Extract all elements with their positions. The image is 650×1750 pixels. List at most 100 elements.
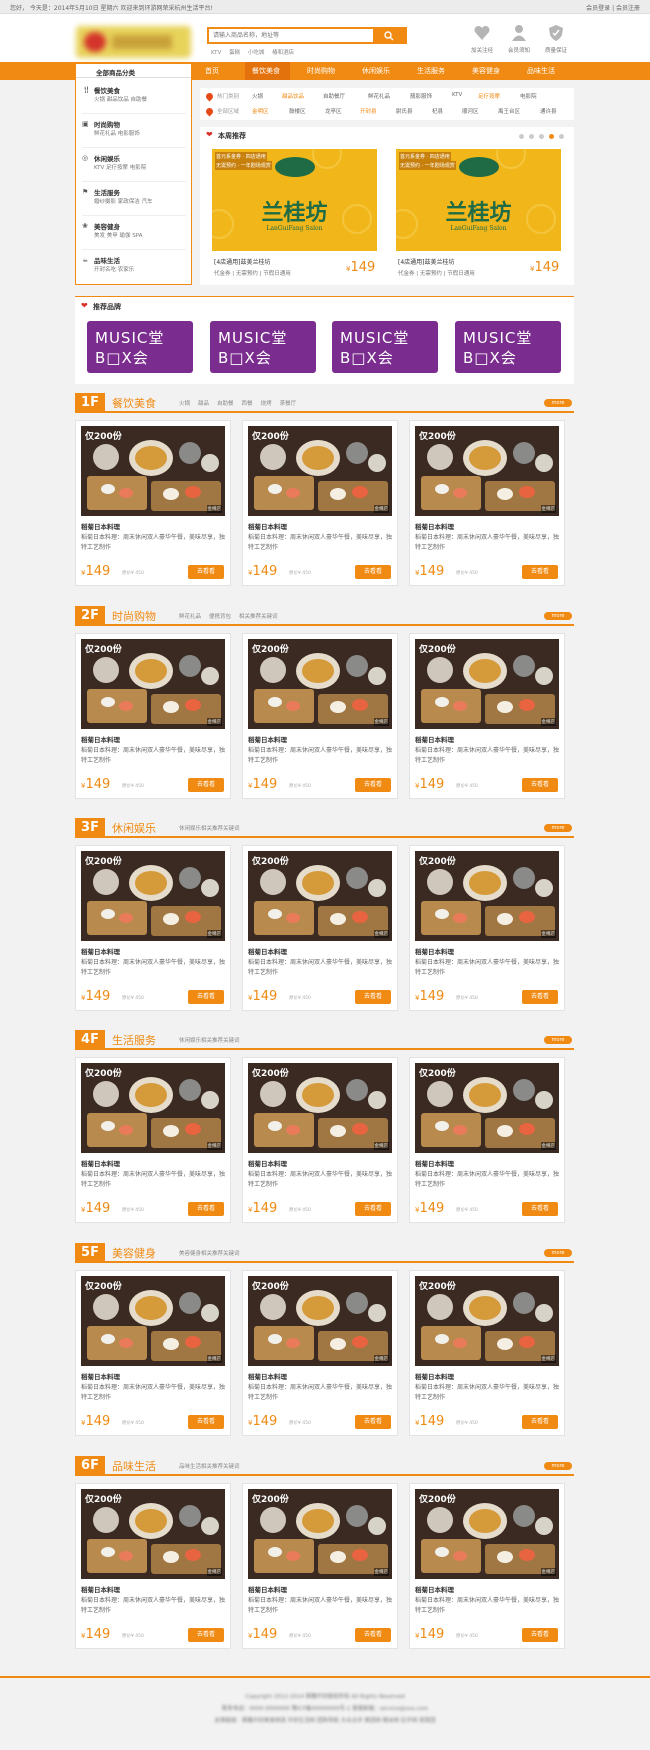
category-item-entertainment[interactable]: ◎ 休闲娱乐 KTV 足疗按摩 电影院 bbox=[82, 152, 186, 182]
view-button[interactable]: 去看看 bbox=[522, 1628, 558, 1642]
product-card[interactable]: 仅200份 金樽店 稻菊日本料理 稻菊日本料理：周末休闲双人豪华午餐，美味尽享，… bbox=[409, 633, 565, 799]
hotword-link[interactable]: 蛋糕 bbox=[229, 50, 240, 56]
floor-keyword[interactable]: 相关推荐关键词 bbox=[239, 614, 278, 620]
nav-item-beauty[interactable]: 美容健身 bbox=[472, 66, 500, 76]
hotword-link[interactable]: 小吃城 bbox=[248, 50, 265, 56]
nav-item-entertainment[interactable]: 休闲娱乐 bbox=[362, 66, 390, 76]
product-card[interactable]: 仅200份 金樽店 稻菊日本料理 稻菊日本料理：周末休闲双人豪华午餐，美味尽享，… bbox=[242, 420, 398, 586]
filter-option[interactable]: 开封县 bbox=[360, 107, 377, 115]
product-photo[interactable]: 仅200份 金樽店 bbox=[248, 1063, 392, 1153]
filter-option[interactable]: 火锅 bbox=[252, 92, 263, 100]
floor-name[interactable]: 时尚购物 bbox=[112, 608, 156, 624]
filter-option[interactable]: 禹王台区 bbox=[498, 107, 520, 115]
floor-keyword[interactable]: 鲜花礼品 bbox=[179, 614, 201, 620]
product-card[interactable]: 仅200份 金樽店 稻菊日本料理 稻菊日本料理：周末休闲双人豪华午餐，美味尽享，… bbox=[242, 633, 398, 799]
floor-more-button[interactable]: more bbox=[544, 824, 572, 832]
quality-link[interactable]: 质量保证 bbox=[534, 24, 578, 54]
floor-name[interactable]: 美容健身 bbox=[112, 1245, 156, 1261]
nav-item-food[interactable]: 餐饮美食 bbox=[252, 66, 280, 76]
view-button[interactable]: 去看看 bbox=[522, 990, 558, 1004]
filter-option[interactable]: 龙亭区 bbox=[325, 107, 342, 115]
floor-name[interactable]: 餐饮美食 bbox=[112, 395, 156, 411]
filter-option[interactable]: 尉氏县 bbox=[396, 107, 413, 115]
floor-more-button[interactable]: more bbox=[544, 1249, 572, 1257]
filter-option[interactable]: 顺河区 bbox=[462, 107, 479, 115]
product-photo[interactable]: 仅200份 金樽店 bbox=[81, 1063, 225, 1153]
filter-option[interactable]: 甜品饮品 bbox=[282, 92, 304, 100]
product-photo[interactable]: 仅200份 金樽店 bbox=[415, 1276, 559, 1366]
floor-keyword[interactable]: 品味生活相关推荐关键词 bbox=[179, 1464, 240, 1470]
product-card[interactable]: 仅200份 金樽店 稻菊日本料理 稻菊日本料理：周末休闲双人豪华午餐，美味尽享，… bbox=[409, 1483, 565, 1649]
view-button[interactable]: 去看看 bbox=[188, 1415, 224, 1429]
product-photo[interactable]: 仅200份 金樽店 bbox=[415, 1489, 559, 1579]
recommend-caption[interactable]: [4店通用]兹美兰桂坊 代金券 | 无需预约 | 节假日通用 bbox=[398, 257, 528, 277]
brand-logo[interactable]: MUSIC堂 B□X会 bbox=[87, 321, 193, 373]
filter-option[interactable]: 鼓楼区 bbox=[289, 107, 306, 115]
product-card[interactable]: 仅200份 金樽店 稻菊日本料理 稻菊日本料理：周末休闲双人豪华午餐，美味尽享，… bbox=[242, 845, 398, 1011]
view-button[interactable]: 去看看 bbox=[355, 1202, 391, 1216]
nav-item-shopping[interactable]: 时尚购物 bbox=[307, 66, 335, 76]
view-button[interactable]: 去看看 bbox=[188, 565, 224, 579]
hotword-link[interactable]: KTV bbox=[211, 50, 221, 56]
view-button[interactable]: 去看看 bbox=[188, 990, 224, 1004]
category-item-lifestyle[interactable]: ☕ 品味生活 开封名吃 农家乐 bbox=[82, 254, 186, 284]
product-photo[interactable]: 仅200份 金樽店 bbox=[81, 639, 225, 729]
floor-keyword[interactable]: 烧烤 bbox=[261, 401, 272, 407]
view-button[interactable]: 去看看 bbox=[522, 1415, 558, 1429]
product-photo[interactable]: 仅200份 金樽店 bbox=[248, 426, 392, 516]
search-input[interactable] bbox=[209, 29, 387, 42]
view-button[interactable]: 去看看 bbox=[188, 1628, 224, 1642]
nav-item-lifestyle[interactable]: 品味生活 bbox=[527, 66, 555, 76]
category-item-food[interactable]: 🍴︎ 餐饮美食 火锅 甜品饮品 自助餐 bbox=[82, 84, 186, 114]
product-photo[interactable]: 仅200份 金樽店 bbox=[81, 851, 225, 941]
product-photo[interactable]: 仅200份 金樽店 bbox=[248, 1489, 392, 1579]
product-card[interactable]: 仅200份 金樽店 稻菊日本料理 稻菊日本料理：周末休闲双人豪华午餐，美味尽享，… bbox=[242, 1270, 398, 1436]
recommend-banner[interactable]: 首元系金券 · 四店通用 无需预约 · 一年剧场观赏 兰桂坊 LanGuiFan… bbox=[212, 149, 377, 251]
product-photo[interactable]: 仅200份 金樽店 bbox=[415, 426, 559, 516]
brand-logo[interactable]: MUSIC堂 B□X会 bbox=[332, 321, 438, 373]
view-button[interactable]: 去看看 bbox=[355, 990, 391, 1004]
view-button[interactable]: 去看看 bbox=[522, 565, 558, 579]
floor-keyword[interactable]: 自助餐 bbox=[217, 401, 234, 407]
product-photo[interactable]: 仅200份 金樽店 bbox=[248, 851, 392, 941]
floor-name[interactable]: 生活服务 bbox=[112, 1032, 156, 1048]
product-card[interactable]: 仅200份 金樽店 稻菊日本料理 稻菊日本料理：周末休闲双人豪华午餐，美味尽享，… bbox=[409, 1057, 565, 1223]
filter-option[interactable]: 靓影服饰 bbox=[410, 92, 432, 100]
footer-links[interactable]: 友情链接：粥膳开封美食频道 开封生活网 团购导航 大众点评 美团网 糯米网 拉手… bbox=[0, 1716, 650, 1724]
filter-option[interactable]: 杞县 bbox=[432, 107, 443, 115]
product-card[interactable]: 仅200份 金樽店 稻菊日本料理 稻菊日本料理：周末休闲双人豪华午餐，美味尽享，… bbox=[409, 1270, 565, 1436]
brand-logo[interactable]: MUSIC堂 B□X会 bbox=[210, 321, 316, 373]
product-photo[interactable]: 仅200份 金樽店 bbox=[415, 639, 559, 729]
floor-name[interactable]: 休闲娱乐 bbox=[112, 820, 156, 836]
product-photo[interactable]: 仅200份 金樽店 bbox=[415, 851, 559, 941]
recommend-caption[interactable]: [4店通用]兹美兰桂坊 代金券 | 无需预约 | 节假日通用 bbox=[214, 257, 344, 277]
recommend-banner[interactable]: 首元系金券 · 四店通用 无需预约 · 一年剧场观赏 兰桂坊 LanGuiFan… bbox=[396, 149, 561, 251]
view-button[interactable]: 去看看 bbox=[522, 1202, 558, 1216]
floor-more-button[interactable]: more bbox=[544, 612, 572, 620]
carousel-dot[interactable] bbox=[539, 134, 544, 139]
carousel-dot[interactable] bbox=[529, 134, 534, 139]
filter-option[interactable]: 自助餐厅 bbox=[323, 92, 345, 100]
product-card[interactable]: 仅200份 金樽店 稻菊日本料理 稻菊日本料理：周末休闲双人豪华午餐，美味尽享，… bbox=[75, 420, 231, 586]
product-card[interactable]: 仅200份 金樽店 稻菊日本料理 稻菊日本料理：周末休闲双人豪华午餐，美味尽享，… bbox=[409, 420, 565, 586]
product-card[interactable]: 仅200份 金樽店 稻菊日本料理 稻菊日本料理：周末休闲双人豪华午餐，美味尽享，… bbox=[75, 1270, 231, 1436]
floor-more-button[interactable]: more bbox=[544, 399, 572, 407]
product-photo[interactable]: 仅200份 金樽店 bbox=[81, 1276, 225, 1366]
product-card[interactable]: 仅200份 金樽店 稻菊日本料理 稻菊日本料理：周末休闲双人豪华午餐，美味尽享，… bbox=[242, 1483, 398, 1649]
view-button[interactable]: 去看看 bbox=[188, 1202, 224, 1216]
filter-option[interactable]: 通许县 bbox=[540, 107, 557, 115]
floor-more-button[interactable]: more bbox=[544, 1462, 572, 1470]
category-item-services[interactable]: ⚑ 生活服务 婚纱摄影 家政保洁 汽车 bbox=[82, 186, 186, 216]
view-button[interactable]: 去看看 bbox=[355, 1415, 391, 1429]
filter-option[interactable]: KTV bbox=[452, 92, 462, 98]
view-button[interactable]: 去看看 bbox=[355, 1628, 391, 1642]
floor-keyword[interactable]: 美容健身相关推荐关键词 bbox=[179, 1251, 240, 1257]
product-card[interactable]: 仅200份 金樽店 稻菊日本料理 稻菊日本料理：周末休闲双人豪华午餐，美味尽享，… bbox=[409, 845, 565, 1011]
product-card[interactable]: 仅200份 金樽店 稻菊日本料理 稻菊日本料理：周末休闲双人豪华午餐，美味尽享，… bbox=[75, 1057, 231, 1223]
product-photo[interactable]: 仅200份 金樽店 bbox=[248, 639, 392, 729]
view-button[interactable]: 去看看 bbox=[355, 565, 391, 579]
floor-more-button[interactable]: more bbox=[544, 1036, 572, 1044]
floor-keyword[interactable]: 西餐 bbox=[242, 401, 253, 407]
filter-option[interactable]: 电影院 bbox=[520, 92, 537, 100]
carousel-dot[interactable] bbox=[559, 134, 564, 139]
